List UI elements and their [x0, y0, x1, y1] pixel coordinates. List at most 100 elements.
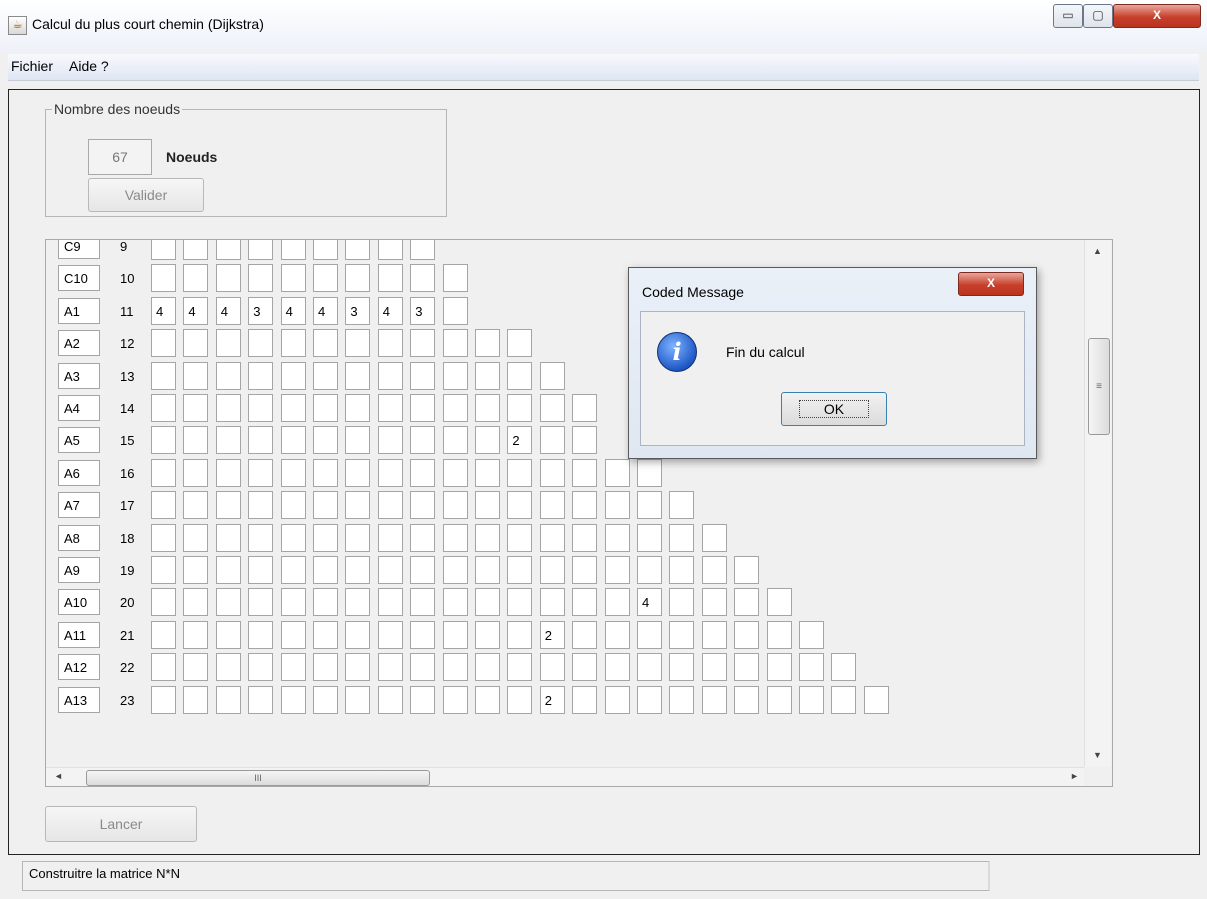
matrix-cell[interactable]	[183, 458, 209, 487]
row-id-field[interactable]: A5	[58, 427, 100, 454]
matrix-cell[interactable]: 4	[377, 296, 403, 325]
matrix-cell[interactable]	[604, 458, 630, 487]
matrix-cell[interactable]	[410, 361, 436, 390]
row-id-field[interactable]: A13	[58, 686, 100, 713]
launch-button[interactable]: Lancer	[45, 806, 197, 842]
matrix-cell[interactable]	[215, 588, 241, 617]
matrix-cell[interactable]	[345, 426, 371, 455]
matrix-cell[interactable]	[572, 556, 598, 584]
matrix-cell[interactable]	[604, 620, 630, 649]
matrix-cell[interactable]	[475, 394, 500, 422]
matrix-cell[interactable]	[151, 329, 176, 358]
matrix-cell[interactable]	[313, 685, 338, 714]
matrix-cell[interactable]	[345, 620, 371, 649]
matrix-cell[interactable]	[280, 264, 306, 293]
scroll-right-icon[interactable]: ►	[1070, 771, 1079, 781]
scroll-down-icon[interactable]: ▼	[1093, 750, 1102, 760]
matrix-cell[interactable]	[215, 523, 241, 552]
matrix-cell[interactable]	[669, 685, 695, 714]
row-id-field[interactable]: C9	[58, 240, 100, 259]
matrix-cell[interactable]	[377, 620, 403, 649]
matrix-cell[interactable]	[377, 556, 403, 584]
matrix-cell[interactable]	[151, 685, 176, 714]
matrix-cell[interactable]	[183, 329, 209, 358]
matrix-cell[interactable]	[539, 361, 565, 390]
matrix-cell[interactable]	[313, 240, 338, 260]
matrix-cell[interactable]	[410, 394, 436, 422]
matrix-cell[interactable]	[442, 458, 468, 487]
matrix-cell[interactable]	[442, 523, 468, 552]
matrix-cell[interactable]	[604, 588, 630, 617]
horizontal-scrollbar[interactable]: ◄ III ►	[46, 767, 1084, 786]
matrix-cell[interactable]	[734, 556, 760, 584]
matrix-cell[interactable]	[313, 394, 338, 422]
matrix-cell[interactable]	[248, 426, 274, 455]
dialog-close-button[interactable]: X	[958, 272, 1024, 296]
matrix-cell[interactable]	[572, 523, 598, 552]
ok-button[interactable]: OK	[781, 392, 887, 426]
matrix-cell[interactable]	[280, 556, 306, 584]
matrix-cell[interactable]	[215, 240, 241, 260]
matrix-cell[interactable]	[442, 426, 468, 455]
matrix-cell[interactable]	[734, 588, 760, 617]
matrix-cell[interactable]	[507, 620, 533, 649]
matrix-cell[interactable]	[442, 329, 468, 358]
minimize-button[interactable]: ▭	[1053, 4, 1083, 28]
matrix-cell[interactable]	[572, 458, 598, 487]
matrix-cell[interactable]	[215, 394, 241, 422]
matrix-cell[interactable]	[475, 653, 500, 682]
nodes-count-field[interactable]: 67	[88, 139, 152, 175]
matrix-cell[interactable]	[248, 685, 274, 714]
matrix-cell[interactable]	[313, 523, 338, 552]
matrix-cell[interactable]	[539, 394, 565, 422]
matrix-cell[interactable]	[377, 264, 403, 293]
matrix-cell[interactable]	[183, 523, 209, 552]
matrix-cell[interactable]	[572, 426, 598, 455]
matrix-cell[interactable]	[410, 458, 436, 487]
matrix-cell[interactable]	[313, 264, 338, 293]
matrix-cell[interactable]	[183, 556, 209, 584]
matrix-cell[interactable]	[151, 523, 176, 552]
matrix-cell[interactable]	[215, 491, 241, 520]
matrix-cell[interactable]	[475, 426, 500, 455]
matrix-cell[interactable]: 2	[507, 426, 533, 455]
matrix-cell[interactable]	[215, 361, 241, 390]
matrix-cell[interactable]	[507, 491, 533, 520]
matrix-cell[interactable]	[539, 491, 565, 520]
matrix-cell[interactable]	[831, 685, 857, 714]
row-id-field[interactable]: A4	[58, 395, 100, 421]
matrix-cell[interactable]	[475, 361, 500, 390]
row-id-field[interactable]: C10	[58, 265, 100, 292]
matrix-cell[interactable]	[215, 620, 241, 649]
matrix-cell[interactable]	[280, 426, 306, 455]
horizontal-scroll-thumb[interactable]: III	[86, 770, 430, 786]
matrix-cell[interactable]	[280, 620, 306, 649]
matrix-cell[interactable]	[410, 523, 436, 552]
matrix-cell[interactable]	[313, 620, 338, 649]
matrix-cell[interactable]	[410, 620, 436, 649]
matrix-cell[interactable]	[734, 653, 760, 682]
matrix-cell[interactable]	[637, 556, 662, 584]
matrix-cell[interactable]	[572, 588, 598, 617]
matrix-cell[interactable]	[572, 491, 598, 520]
matrix-cell[interactable]	[215, 685, 241, 714]
matrix-cell[interactable]	[539, 523, 565, 552]
matrix-cell[interactable]	[442, 394, 468, 422]
matrix-cell[interactable]	[701, 523, 727, 552]
matrix-cell[interactable]	[280, 361, 306, 390]
matrix-cell[interactable]: 4	[637, 588, 662, 617]
matrix-cell[interactable]	[799, 685, 824, 714]
matrix-cell[interactable]	[507, 653, 533, 682]
matrix-cell[interactable]	[410, 588, 436, 617]
matrix-cell[interactable]: 3	[345, 296, 371, 325]
matrix-cell[interactable]	[248, 329, 274, 358]
matrix-cell[interactable]	[248, 491, 274, 520]
matrix-cell[interactable]	[637, 523, 662, 552]
matrix-cell[interactable]	[345, 685, 371, 714]
matrix-cell[interactable]	[799, 653, 824, 682]
matrix-cell[interactable]	[248, 556, 274, 584]
matrix-cell[interactable]	[248, 458, 274, 487]
matrix-cell[interactable]	[313, 458, 338, 487]
matrix-cell[interactable]	[637, 491, 662, 520]
matrix-cell[interactable]	[313, 426, 338, 455]
